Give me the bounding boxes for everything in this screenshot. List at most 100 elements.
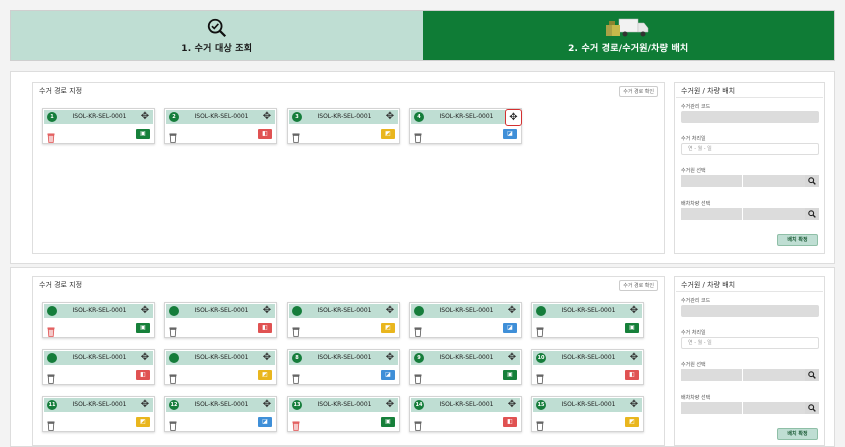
card-order-badge [292,306,302,316]
move-icon[interactable]: ✥ [261,305,273,317]
date-field[interactable]: 연 - 월 - 일 [681,143,819,155]
move-icon[interactable]: ✥ [384,399,396,411]
trash-icon[interactable] [292,369,300,384]
trash-icon[interactable] [292,128,300,143]
step-2[interactable]: 2. 수거 경로/수거원/차량 배치 [422,11,834,60]
move-icon[interactable]: ✥ [261,399,273,411]
card-order-badge: 15 [536,400,546,410]
move-icon[interactable]: ✥ [384,111,396,123]
move-icon[interactable]: ✥ [139,305,151,317]
route-card[interactable]: 8 ISOL-KR-SEL-0001 ✥ ◪ [287,349,400,385]
worker-select-part[interactable] [681,369,743,381]
waste-type-tag: ◩ [381,323,395,333]
route-card[interactable]: ISOL-KR-SEL-0001 ✥ ◩ [287,302,400,338]
move-icon[interactable]: ✥ [261,352,273,364]
card-order-badge: 13 [292,400,302,410]
move-icon[interactable]: ✥ [506,305,518,317]
trash-icon[interactable] [169,416,177,431]
vehicle-select[interactable] [681,402,819,414]
route-card[interactable]: ISOL-KR-SEL-0001 ✥ ▣ [531,302,644,338]
move-icon[interactable]: ✥ [261,111,273,123]
card-code: ISOL-KR-SEL-0001 [72,401,127,408]
waste-type-tag: ◩ [258,370,272,380]
step-1[interactable]: 1. 수거 대상 조회 [11,11,423,60]
trash-icon[interactable] [292,416,300,431]
move-icon[interactable]: ✥ [384,352,396,364]
trash-icon[interactable] [47,369,55,384]
card-header: 12 ISOL-KR-SEL-0001 ✥ [166,398,275,412]
trash-icon[interactable] [169,322,177,337]
search-icon[interactable] [805,175,819,187]
move-icon[interactable]: ✥ [506,352,518,364]
card-header: ISOL-KR-SEL-0001 ✥ [411,304,520,318]
trash-icon[interactable] [47,322,55,337]
route-card[interactable]: 2 ISOL-KR-SEL-0001 ✥ ◧ [164,108,277,144]
move-icon[interactable]: ✥ [139,399,151,411]
move-icon[interactable]: ✥ [139,111,151,123]
waste-type-tag: ◩ [625,417,639,427]
move-icon[interactable]: ✥ [628,352,640,364]
card-order-badge [47,353,57,363]
confirm-button[interactable]: 배치 확정 [777,234,818,246]
move-icon[interactable]: ✥ [505,109,522,126]
trash-icon[interactable] [292,322,300,337]
confirm-button[interactable]: 배치 확정 [777,428,818,440]
worker-select[interactable] [681,369,819,381]
move-icon[interactable]: ✥ [628,399,640,411]
trash-icon[interactable] [414,369,422,384]
route-card[interactable]: 10 ISOL-KR-SEL-0001 ✥ ◧ [531,349,644,385]
trash-icon[interactable] [414,416,422,431]
route-check-button[interactable]: 수거 경로 확인 [619,280,658,291]
vehicle-select-part[interactable] [681,208,743,220]
waste-type-tag: ◧ [258,129,272,139]
route-card[interactable]: ISOL-KR-SEL-0001 ✥ ◧ [164,302,277,338]
worker-select-part[interactable] [681,175,743,187]
search-icon[interactable] [805,208,819,220]
worker-select-part[interactable] [743,175,805,187]
route-card[interactable]: 3 ISOL-KR-SEL-0001 ✥ ◩ [287,108,400,144]
trash-icon[interactable] [536,322,544,337]
trash-icon[interactable] [536,369,544,384]
route-card[interactable]: ISOL-KR-SEL-0001 ✥ ◧ [42,349,155,385]
waste-type-tag: ▣ [381,417,395,427]
route-title: 수거 경로 지정 [39,281,83,289]
route-card[interactable]: 13 ISOL-KR-SEL-0001 ✥ ▣ [287,396,400,432]
vehicle-select-part[interactable] [681,402,743,414]
move-icon[interactable]: ✥ [139,352,151,364]
card-header: 8 ISOL-KR-SEL-0001 ✥ [289,351,398,365]
route-check-button[interactable]: 수거 경로 확인 [619,86,658,97]
step-bar: 1. 수거 대상 조회 2. 수거 경로/수거원/차량 배치 [10,10,835,61]
worker-select[interactable] [681,175,819,187]
route-card[interactable]: 15 ISOL-KR-SEL-0001 ✥ ◩ [531,396,644,432]
trash-icon[interactable] [536,416,544,431]
move-icon[interactable]: ✥ [506,399,518,411]
date-field[interactable]: 연 - 월 - 일 [681,337,819,349]
move-icon[interactable]: ✥ [628,305,640,317]
route-card[interactable]: ISOL-KR-SEL-0001 ✥ ◩ [164,349,277,385]
trash-icon[interactable] [47,128,55,143]
route-card[interactable]: 12 ISOL-KR-SEL-0001 ✥ ◪ [164,396,277,432]
route-card[interactable]: ISOL-KR-SEL-0001 ✥ ◪ [409,302,522,338]
trash-icon[interactable] [169,369,177,384]
route-card[interactable]: ISOL-KR-SEL-0001 ✥ ▣ [42,302,155,338]
move-icon[interactable]: ✥ [384,305,396,317]
card-header: 9 ISOL-KR-SEL-0001 ✥ [411,351,520,365]
search-icon[interactable] [805,369,819,381]
route-card[interactable]: 14 ISOL-KR-SEL-0001 ✥ ◧ [409,396,522,432]
trash-icon[interactable] [414,128,422,143]
vehicle-select-part[interactable] [743,208,805,220]
worker-select-part[interactable] [743,369,805,381]
trash-icon[interactable] [47,416,55,431]
trash-icon[interactable] [169,128,177,143]
manage-code-field[interactable] [681,305,819,317]
route-card[interactable]: 9 ISOL-KR-SEL-0001 ✥ ▣ [409,349,522,385]
card-header: ISOL-KR-SEL-0001 ✥ [44,304,153,318]
route-card[interactable]: 1 ISOL-KR-SEL-0001 ✥ ▣ [42,108,155,144]
route-card[interactable]: 4 ISOL-KR-SEL-0001 ✥ ◪ [409,108,522,144]
search-icon[interactable] [805,402,819,414]
vehicle-select-part[interactable] [743,402,805,414]
trash-icon[interactable] [414,322,422,337]
route-card[interactable]: 11 ISOL-KR-SEL-0001 ✥ ◩ [42,396,155,432]
manage-code-field[interactable] [681,111,819,123]
vehicle-select[interactable] [681,208,819,220]
